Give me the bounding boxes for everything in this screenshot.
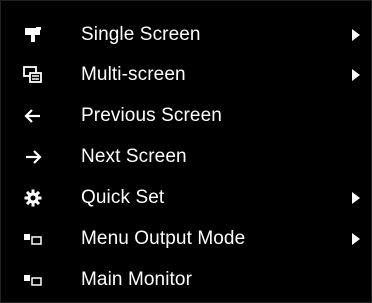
submenu-arrow-icon bbox=[351, 68, 361, 82]
output-mode-icon bbox=[21, 270, 45, 290]
menu-item-quick-set[interactable]: Quick Set bbox=[1, 178, 372, 218]
menu-item-label: Quick Set bbox=[81, 187, 165, 208]
menu-item-label: Previous Screen bbox=[81, 105, 222, 126]
menu-item-label: Menu Output Mode bbox=[81, 228, 246, 249]
menu-item-label: Single Screen bbox=[81, 24, 201, 45]
context-menu: Single Screen Multi-screen Previous Scre… bbox=[0, 0, 372, 303]
menu-item-label: Multi-screen bbox=[81, 64, 186, 85]
gear-icon bbox=[21, 188, 45, 208]
menu-item-multi-screen[interactable]: Multi-screen bbox=[1, 55, 372, 95]
submenu-arrow-icon bbox=[351, 232, 361, 246]
menu-item-previous-screen[interactable]: Previous Screen bbox=[1, 96, 372, 136]
submenu-arrow-icon bbox=[351, 191, 361, 205]
menu-item-label: Main Monitor bbox=[81, 269, 193, 290]
arrow-right-icon bbox=[21, 147, 45, 167]
output-mode-icon bbox=[21, 229, 45, 249]
menu-item-menu-output-mode[interactable]: Menu Output Mode bbox=[1, 219, 372, 259]
menu-item-single-screen[interactable]: Single Screen bbox=[1, 15, 372, 55]
multi-screen-icon bbox=[21, 65, 45, 85]
menu-item-label: Next Screen bbox=[81, 146, 187, 167]
menu-item-next-screen[interactable]: Next Screen bbox=[1, 137, 372, 177]
submenu-arrow-icon bbox=[351, 28, 361, 42]
menu-item-main-monitor[interactable]: Main Monitor bbox=[1, 260, 372, 300]
monitor-stand-icon bbox=[21, 25, 45, 45]
arrow-left-icon bbox=[21, 106, 45, 126]
